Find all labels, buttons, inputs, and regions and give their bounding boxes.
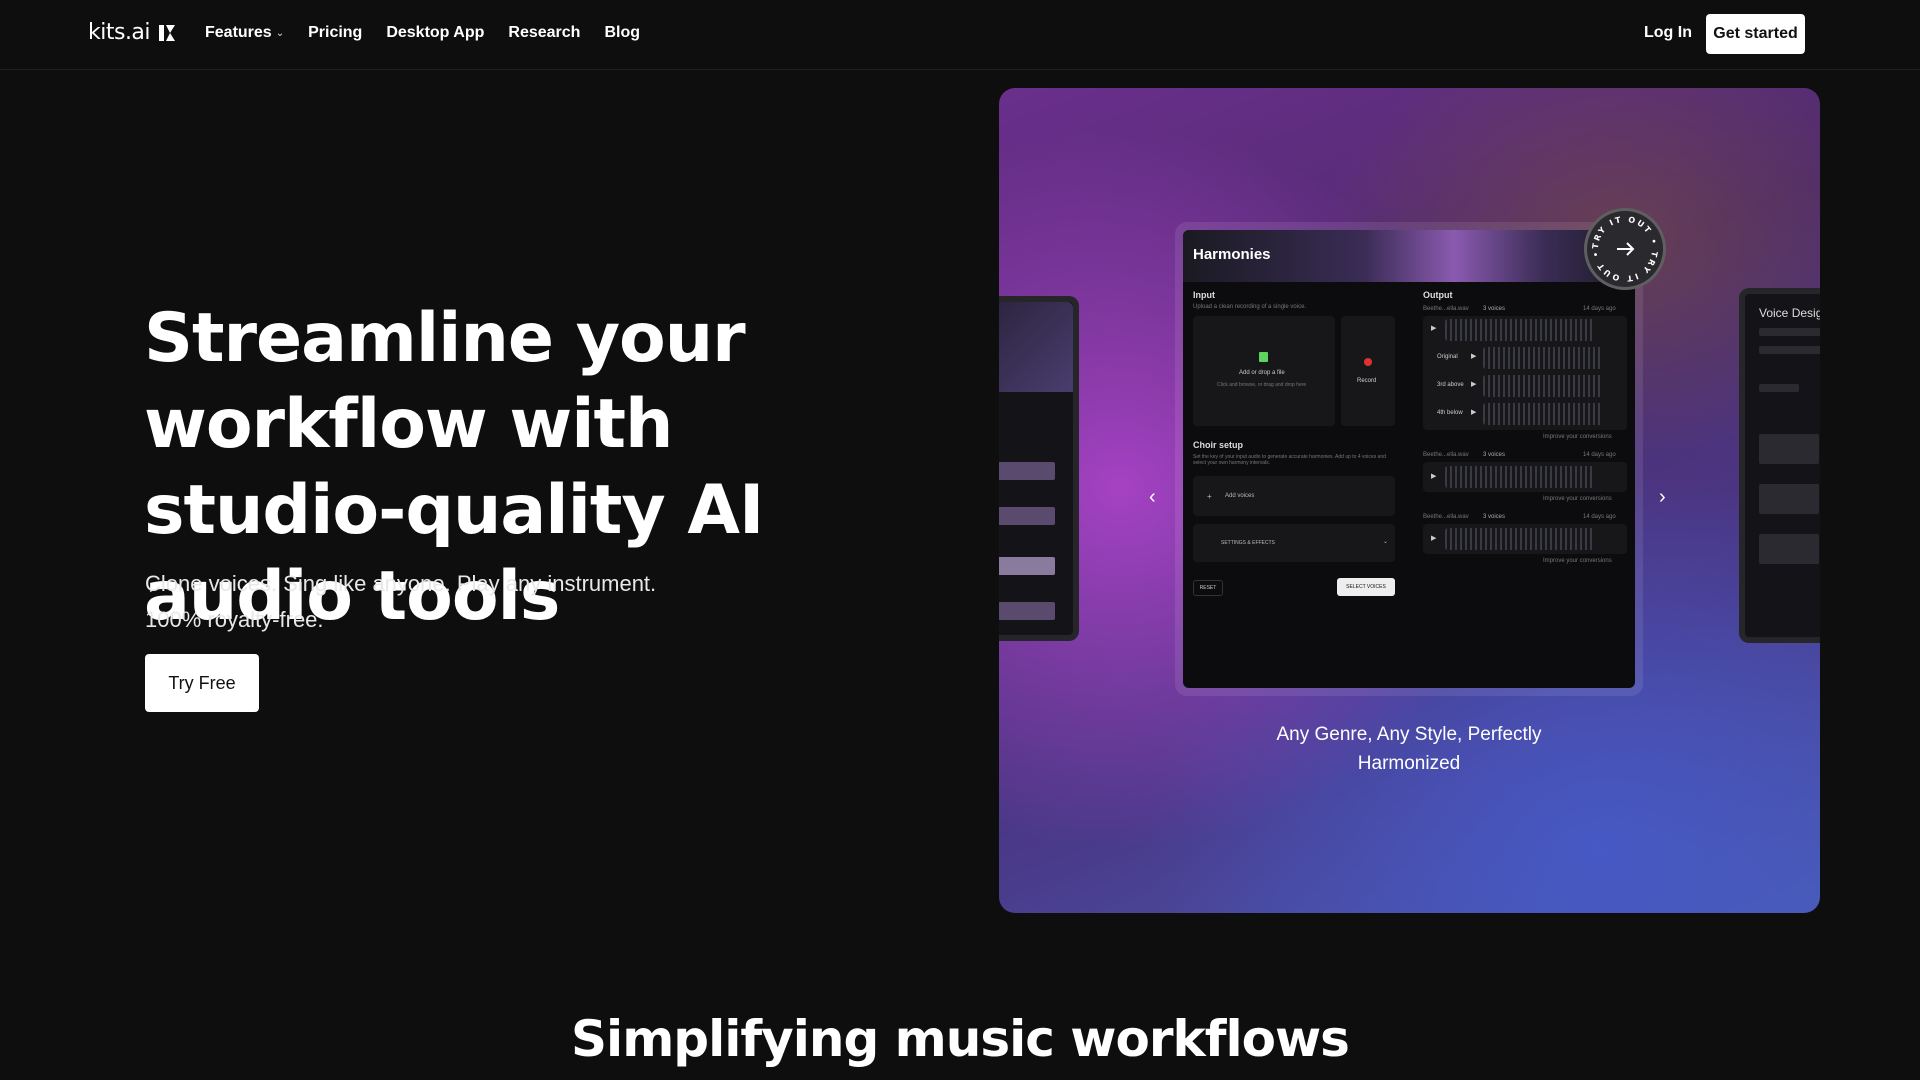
harmonies-app-preview: Harmonies Input Upload a clean recording… [1183,230,1635,688]
output-group: ▶ Original ▶ 3rd above ▶ 4th below ▶ [1423,316,1627,430]
file-icon [1259,352,1268,362]
play-icon[interactable]: ▶ [1431,534,1436,542]
output-file: Beethe...ella.wav [1423,306,1469,312]
play-icon[interactable]: ▶ [1471,408,1476,416]
play-icon[interactable]: ▶ [1471,352,1476,360]
nav-link-pricing[interactable]: Pricing [308,24,362,42]
input-label: Input [1193,290,1215,300]
hero-subtitle: Clone voices. Sing like anyone. Play any… [145,566,705,638]
input-hint: Upload a clean recording of a single voi… [1193,304,1307,310]
prev-slide-preview[interactable] [999,296,1079,641]
waveform [1445,319,1595,341]
settings-label: SETTINGS & EFFECTS [1221,540,1275,546]
feature-carousel: Voice Design Harmonies Input Upload a cl… [999,88,1820,913]
output-file: Beethe...ella.wav [1423,452,1469,458]
try-it-out-badge[interactable]: TRY IT OUT • TRY IT OUT • [1584,208,1666,290]
waveform [1483,347,1603,369]
harmonies-slide[interactable]: Harmonies Input Upload a clean recording… [1175,222,1643,696]
output-voices: 3 voices [1483,306,1506,312]
choir-hint: Set the key of your input audio to gener… [1193,454,1386,466]
section-title: Simplifying music workflows [571,1010,1350,1068]
logo[interactable]: kits.ai [88,20,176,45]
select-voices-button[interactable]: SELECT VOICES [1337,578,1395,596]
app-header: Harmonies [1183,230,1635,282]
output-voices: 3 voices [1483,452,1506,458]
play-icon[interactable]: ▶ [1471,380,1476,388]
carousel-prev-button[interactable]: ‹ [1149,486,1156,509]
nav-link-research[interactable]: Research [508,24,580,42]
output-time: 14 days ago [1583,306,1616,312]
logo-text: kits.ai [88,20,151,45]
improve-link[interactable]: Improve your conversions [1543,496,1612,502]
try-free-button[interactable]: Try Free [145,654,259,712]
record-button[interactable]: Record [1341,316,1395,426]
chevron-down-icon: ⌄ [1383,539,1389,545]
improve-link[interactable]: Improve your conversions [1543,434,1612,440]
output-label: Output [1423,290,1453,300]
preview-line [1759,534,1819,564]
nav-link-desktop-app[interactable]: Desktop App [386,24,484,42]
preview-header [999,302,1073,392]
chevron-down-icon: ⌄ [275,27,285,39]
waveform [1445,466,1595,488]
record-icon [1364,358,1372,366]
play-icon[interactable]: ▶ [1431,472,1436,480]
settings-effects-toggle[interactable]: SETTINGS & EFFECTS ⌄ [1193,524,1395,562]
preview-line [1759,384,1799,392]
waveform [1483,403,1603,425]
preview-line [1759,346,1820,354]
nav-links: Features ⌄ Pricing Desktop App Research … [205,24,640,42]
drop-label: Add or drop a file [1239,370,1285,376]
slide-caption-line-2: Harmonized [1357,753,1461,774]
plus-icon: + [1207,492,1212,501]
preview-row [999,462,1055,480]
add-voices-button[interactable]: + Add voices [1193,476,1395,516]
nav-link-label: Features [205,24,272,41]
drop-hint: Click and browse, or drag and drop here [1217,382,1307,388]
slide-caption: Any Genre, Any Style, Perfectly Harmoniz… [1229,720,1589,778]
hero-subtitle-line-2: 100% royalty-free. [145,607,324,632]
slide-caption-line-1: Any Genre, Any Style, Perfectly [1276,724,1542,745]
file-drop-zone[interactable]: Add or drop a file Click and browse, or … [1193,316,1335,426]
reset-button[interactable]: RESET [1193,580,1223,596]
track-name: Original [1437,354,1458,360]
waveform [1445,528,1595,550]
add-voices-label: Add voices [1225,493,1255,499]
improve-link[interactable]: Improve your conversions [1543,558,1612,564]
output-file: Beethe...ella.wav [1423,514,1469,520]
preview-row [999,557,1055,575]
preview-row [999,507,1055,525]
nav-link-blog[interactable]: Blog [604,24,640,42]
top-nav: kits.ai Features ⌄ Pricing Desktop App R… [0,0,1920,70]
app-title: Harmonies [1193,246,1271,263]
choir-setup-label: Choir setup [1193,440,1244,450]
preview-row [999,602,1055,620]
preview-line [1759,328,1820,336]
output-group: ▶ [1423,462,1627,492]
output-voices: 3 voices [1483,514,1506,520]
record-label: Record [1357,378,1377,384]
arrow-right-icon [1617,242,1635,256]
next-slide-title: Voice Design [1759,306,1820,320]
carousel-next-button[interactable]: › [1659,486,1666,509]
get-started-button[interactable]: Get started [1706,14,1805,54]
logo-mark-icon [159,24,176,41]
output-time: 14 days ago [1583,452,1616,458]
track-name: 4th below [1437,410,1463,416]
nav-link-features[interactable]: Features ⌄ [205,24,284,42]
hero-subtitle-line-1: Clone voices. Sing like anyone. Play any… [145,571,657,596]
preview-line [1759,434,1819,464]
try-it-out-ring: TRY IT OUT • TRY IT OUT • [1591,215,1657,283]
track-name: 3rd above [1437,382,1464,388]
preview-line [1759,484,1819,514]
output-group: ▶ [1423,524,1627,554]
login-link[interactable]: Log In [1644,24,1692,42]
next-slide-preview[interactable]: Voice Design [1739,288,1820,643]
waveform [1483,375,1603,397]
play-icon[interactable]: ▶ [1431,324,1436,332]
output-time: 14 days ago [1583,514,1616,520]
